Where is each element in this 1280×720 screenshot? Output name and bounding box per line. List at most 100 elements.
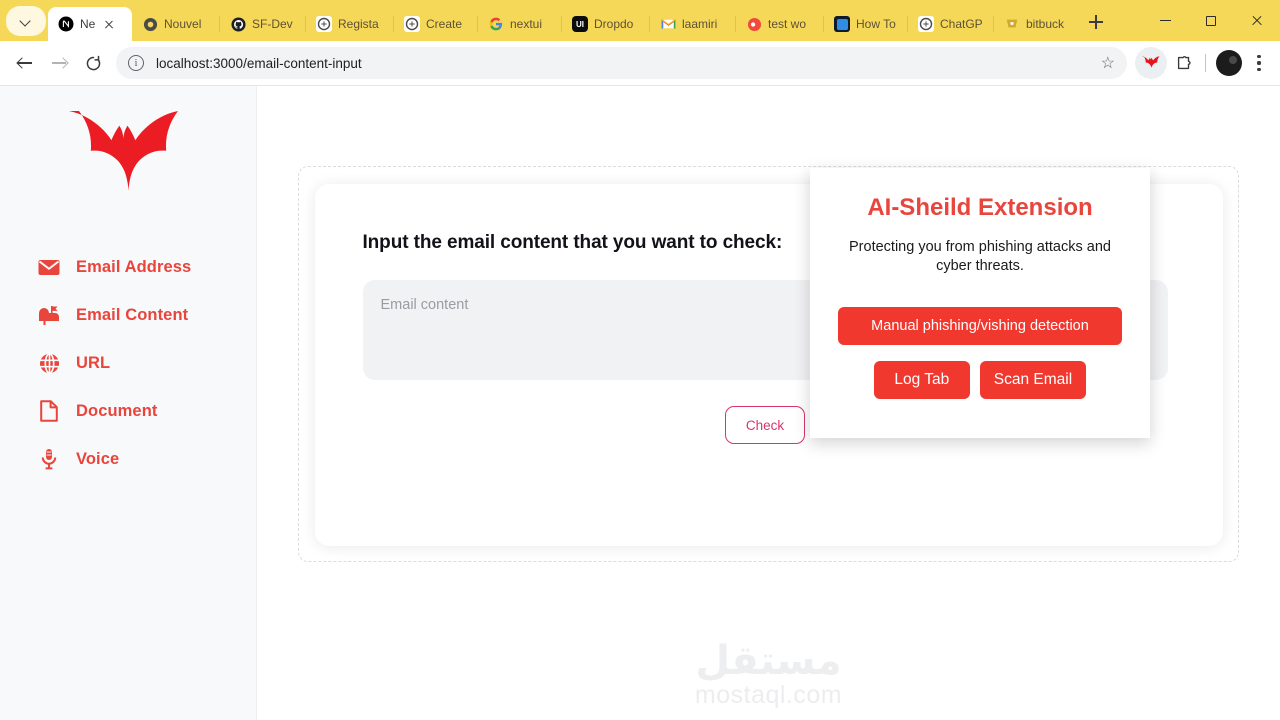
microphone-icon [38, 448, 60, 470]
chevron-down-icon [21, 16, 31, 26]
browser-window: Ne Nouvel SF-Dev Regista Create nextui U… [0, 0, 1280, 720]
tab-title: Nouvel [164, 17, 202, 31]
browser-tab-10[interactable]: ChatGP [908, 7, 994, 41]
tab-title: Ne [80, 17, 96, 31]
puzzle-icon [1177, 56, 1191, 70]
tab-search-button[interactable] [6, 6, 46, 36]
tab-strip: Ne Nouvel SF-Dev Regista Create nextui U… [0, 0, 1280, 41]
sidebar-item-label: Email Address [76, 257, 192, 276]
tab-title: Dropdo [594, 17, 634, 31]
scan-email-button[interactable]: Scan Email [979, 360, 1087, 399]
browser-tab-7[interactable]: laamiri [650, 7, 736, 41]
nextjs-icon [58, 16, 74, 32]
blue-app-icon [834, 16, 850, 32]
email-content-placeholder: Email content [380, 297, 469, 313]
invision-icon [746, 16, 762, 32]
browser-menu-button[interactable] [1246, 48, 1272, 78]
sidebar-item-voice[interactable]: Voice [38, 448, 256, 470]
sidebar-item-email-content[interactable]: Email Content [38, 304, 256, 326]
browser-tab-6[interactable]: UI Dropdo [562, 7, 650, 41]
watermark: مستقل mostaql.com [257, 641, 1280, 708]
extensions-menu-button[interactable] [1169, 48, 1199, 78]
tab-title: test wo [768, 17, 807, 31]
browser-tab-active[interactable]: Ne [48, 7, 132, 41]
browser-tab-5[interactable]: nextui [478, 7, 562, 41]
address-bar[interactable]: i localhost:3000/email-content-input ☆ [116, 47, 1127, 79]
nextui-icon[interactable]: UI [572, 16, 588, 32]
tab-title: SF-Dev [252, 17, 293, 31]
profile-avatar[interactable] [1216, 50, 1242, 76]
tab-title: bitbuck [1026, 17, 1065, 31]
watermark-latin: mostaql.com [694, 681, 843, 709]
envelope-icon [38, 256, 60, 278]
minimize-button[interactable] [1142, 0, 1188, 41]
sidebar-item-label: Voice [76, 449, 120, 468]
site-info-icon[interactable]: i [128, 55, 144, 71]
globe-icon [38, 352, 60, 374]
browser-tab-2[interactable]: SF-Dev [220, 7, 306, 41]
chrome-icon [142, 16, 158, 32]
bitbucket-icon [1004, 16, 1020, 32]
check-button[interactable]: Check [725, 406, 805, 444]
document-icon [38, 400, 60, 422]
tab-title: ChatGP [940, 17, 983, 31]
openai-icon [918, 16, 934, 32]
google-icon [488, 16, 504, 32]
gmail-icon [660, 16, 676, 32]
sidebar-item-document[interactable]: Document [38, 400, 256, 422]
browser-tab-1[interactable]: Nouvel [132, 7, 220, 41]
sidebar-item-url[interactable]: URL [38, 352, 256, 374]
url-text: localhost:3000/email-content-input [156, 55, 362, 71]
tabs-row: Ne Nouvel SF-Dev Regista Create nextui U… [48, 0, 1142, 41]
app-logo [0, 108, 256, 194]
maximize-icon [1206, 15, 1216, 26]
bat-logo-icon [1141, 56, 1159, 68]
browser-tab-4[interactable]: Create [394, 7, 478, 41]
tab-title: Regista [338, 17, 379, 31]
tab-title: How To [856, 17, 896, 31]
maximize-button[interactable] [1188, 0, 1234, 41]
popup-subtitle: Protecting you from phishing attacks and… [849, 239, 1111, 275]
reload-icon [86, 55, 100, 70]
tab-title: Create [426, 17, 463, 31]
popup-button-row: Log Tab Scan Email [838, 360, 1122, 399]
sidebar-item-label: Email Content [76, 305, 189, 324]
forward-button[interactable] [42, 46, 76, 80]
new-tab-button[interactable] [1082, 8, 1110, 36]
browser-tab-9[interactable]: How To [824, 7, 908, 41]
browser-tab-11[interactable]: bitbuck [994, 7, 1076, 41]
sidebar-item-email-address[interactable]: Email Address [38, 256, 256, 278]
close-icon[interactable] [101, 16, 117, 32]
browser-tab-8[interactable]: test wo [736, 7, 824, 41]
back-button[interactable] [8, 46, 42, 80]
tab-title: laamiri [682, 17, 718, 31]
openai-icon [404, 16, 420, 32]
tab-title: nextui [510, 17, 543, 31]
browser-toolbar: i localhost:3000/email-content-input ☆ [0, 41, 1280, 86]
sidebar-item-label: Document [76, 401, 158, 420]
mailbox-icon [38, 304, 60, 326]
forward-arrow-icon [51, 55, 67, 71]
minimize-icon [1159, 19, 1171, 22]
window-close-button[interactable] [1234, 0, 1280, 41]
close-icon [1251, 15, 1263, 27]
ai-sheild-extension-button[interactable] [1135, 47, 1167, 79]
toolbar-divider [1205, 54, 1206, 72]
popup-title: AI-Sheild Extension [867, 194, 1093, 221]
bookmark-star-icon[interactable]: ☆ [1093, 53, 1115, 73]
back-arrow-icon [17, 55, 33, 71]
browser-tab-3[interactable]: Regista [306, 7, 394, 41]
extensions-area [1135, 47, 1199, 79]
watermark-arabic: مستقل [695, 638, 842, 684]
app-sidebar: Email Address Email Content URL Document… [0, 86, 257, 720]
window-controls [1142, 0, 1280, 41]
reload-button[interactable] [76, 46, 110, 80]
log-tab-button[interactable]: Log Tab [873, 360, 970, 399]
github-icon [230, 16, 246, 32]
bat-logo-icon [68, 111, 178, 191]
extension-popup: AI-Sheild Extension Protecting you from … [810, 168, 1150, 438]
manual-detection-button[interactable]: Manual phishing/vishing detection [838, 306, 1122, 345]
sidebar-item-label: URL [76, 353, 111, 372]
openai-icon [316, 16, 332, 32]
sidebar-nav: Email Address Email Content URL Document… [0, 256, 256, 470]
